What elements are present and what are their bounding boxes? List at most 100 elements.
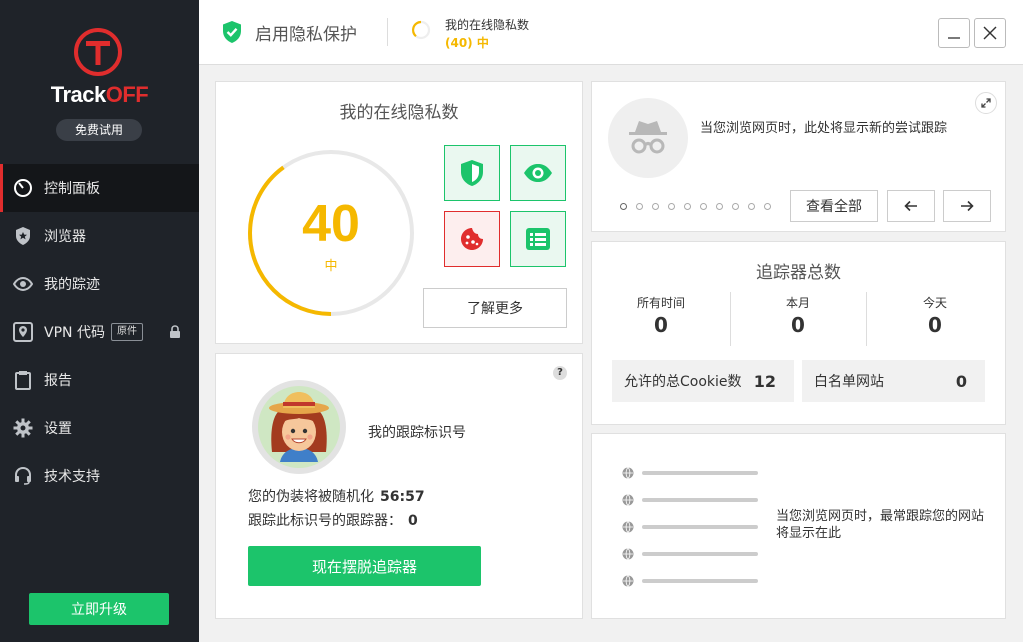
- placeholder-bar: [642, 579, 758, 583]
- globe-icon: [622, 521, 634, 533]
- sidebar-item-label: VPN 代码: [44, 325, 105, 341]
- sidebar-item-label: 浏览器: [44, 229, 86, 245]
- sidebar-item-reports[interactable]: 报告: [0, 356, 199, 404]
- logo-area: TrackOFF 免费试用: [0, 0, 199, 150]
- eye-protection-tile[interactable]: [510, 145, 566, 201]
- brand-name: TrackOFF: [50, 82, 149, 107]
- carousel-dot[interactable]: [668, 203, 675, 210]
- close-button[interactable]: [974, 18, 1006, 48]
- carousel-dots: [620, 203, 780, 210]
- globe-icon: [622, 467, 634, 479]
- tracking-attempts-card: 当您浏览网页时，此处将显示新的尝试跟踪 查看全部: [591, 81, 1006, 232]
- disguise-timer-line: 您的伪装将被随机化 56:57: [248, 486, 425, 506]
- disguise-timer-value: 56:57: [380, 489, 425, 505]
- privacy-score-card: 我的在线隐私数 40 中 了解更多: [215, 81, 583, 344]
- vpn-tag-badge: 原件: [110, 323, 143, 341]
- whitelist-sites-label: 白名单网站: [814, 374, 884, 390]
- close-icon: [983, 26, 997, 40]
- upgrade-now-button[interactable]: 立即升级: [29, 593, 169, 625]
- stat-label: 所有时间: [636, 296, 685, 310]
- score-card-title: 我的在线隐私数: [339, 103, 459, 123]
- list-protection-tile[interactable]: [510, 211, 566, 267]
- stat-label: 今天: [922, 296, 947, 310]
- carousel-dot[interactable]: [716, 203, 723, 210]
- sidebar-item-label: 报告: [44, 373, 72, 389]
- top-sites-empty-message: 当您浏览网页时，最常跟踪您的网站将显示在此: [776, 509, 985, 541]
- header-divider: [387, 18, 388, 46]
- placeholder-bar: [642, 498, 758, 502]
- sidebar-item-my-traces[interactable]: 我的踪迹: [0, 260, 199, 308]
- allowed-cookies-stat: 允许的总Cookie数 12: [612, 360, 794, 402]
- privacy-score-value: 40: [302, 195, 360, 253]
- expand-icon[interactable]: [975, 92, 997, 114]
- arrow-left-icon: [904, 200, 917, 212]
- learn-more-button[interactable]: 了解更多: [423, 288, 567, 328]
- escape-trackers-button[interactable]: 现在摆脱追踪器: [248, 546, 481, 586]
- headset-icon: [12, 465, 34, 487]
- site-placeholder-row: [622, 521, 758, 533]
- carousel-dot[interactable]: [652, 203, 659, 210]
- id-trackers-count: 0: [408, 513, 418, 529]
- eye-icon: [12, 273, 34, 295]
- carousel-dot[interactable]: [700, 203, 707, 210]
- dashboard-gauge-icon: [12, 177, 34, 199]
- sidebar-item-label: 设置: [44, 421, 72, 437]
- sidebar-item-support[interactable]: 技术支持: [0, 452, 199, 500]
- stat-today: 今天 0: [867, 294, 1003, 346]
- site-placeholder-row: [622, 575, 758, 587]
- previous-button[interactable]: [887, 190, 935, 222]
- tracking-id-label: 我的跟踪标识号: [368, 425, 466, 441]
- trackoff-logo-icon: [74, 28, 122, 76]
- globe-icon: [622, 575, 634, 587]
- carousel-dot[interactable]: [620, 203, 627, 210]
- tracking-id-card: ? 我的跟踪标识号 您的伪装将被随机化 56:57 跟踪此标识号的跟踪器： 0 现在…: [215, 353, 583, 619]
- allowed-cookies-label: 允许的总Cookie数: [624, 374, 742, 390]
- carousel-dot[interactable]: [684, 203, 691, 210]
- header-score-label: 我的在线隐私数: [445, 18, 530, 32]
- arrow-right-icon: [961, 200, 974, 212]
- stat-value: 0: [791, 313, 805, 337]
- id-trackers-text: 跟踪此标识号的跟踪器：: [248, 513, 402, 529]
- sidebar-item-dashboard[interactable]: 控制面板: [0, 164, 199, 212]
- globe-icon: [622, 548, 634, 560]
- cookie-protection-tile[interactable]: [444, 211, 500, 267]
- privacy-score-level: 中: [324, 259, 338, 274]
- tracking-empty-message: 当您浏览网页时，此处将显示新的尝试跟踪: [700, 121, 948, 136]
- sidebar-item-label: 技术支持: [44, 469, 100, 485]
- next-button[interactable]: [943, 190, 991, 222]
- sidebar-item-vpn[interactable]: VPN 代码 原件: [0, 308, 199, 356]
- carousel-dot[interactable]: [764, 203, 771, 210]
- placeholder-bar: [642, 552, 758, 556]
- free-trial-badge: 免费试用: [56, 119, 142, 141]
- disguise-text: 您的伪装将被随机化: [248, 489, 374, 505]
- minimize-icon: [948, 37, 960, 39]
- lock-icon: [169, 325, 183, 339]
- globe-icon: [622, 494, 634, 506]
- clipboard-icon: [12, 369, 34, 391]
- stat-this-month: 本月 0: [730, 294, 866, 346]
- avatar: [252, 380, 346, 474]
- totals-card-title: 追踪器总数: [756, 263, 841, 283]
- incognito-icon: [608, 98, 688, 178]
- header-bar: 启用隐私保护 我的在线隐私数 (40) 中: [199, 0, 1023, 65]
- allowed-cookies-value: 12: [753, 371, 776, 391]
- help-icon[interactable]: ?: [553, 366, 567, 380]
- view-all-button[interactable]: 查看全部: [790, 190, 878, 222]
- sidebar-item-label: 我的踪迹: [44, 277, 100, 293]
- sidebar-item-settings[interactable]: 设置: [0, 404, 199, 452]
- carousel-dot[interactable]: [636, 203, 643, 210]
- expand-arrows-icon: [981, 98, 991, 108]
- site-placeholder-row: [622, 548, 758, 560]
- stat-all-time: 所有时间 0: [593, 294, 729, 346]
- top-tracking-sites-card: 当您浏览网页时，最常跟踪您的网站将显示在此: [591, 433, 1006, 619]
- minimize-button[interactable]: [938, 18, 970, 48]
- id-trackers-line: 跟踪此标识号的跟踪器： 0: [248, 510, 418, 530]
- shield-protection-tile[interactable]: [444, 145, 500, 201]
- carousel-dot[interactable]: [732, 203, 739, 210]
- site-placeholder-row: [622, 467, 758, 479]
- carousel-dot[interactable]: [748, 203, 755, 210]
- stat-value: 0: [654, 313, 668, 337]
- privacy-score-ring-icon: [411, 20, 431, 40]
- sidebar-item-browser[interactable]: 浏览器: [0, 212, 199, 260]
- whitelist-sites-stat: 白名单网站 0: [802, 360, 985, 402]
